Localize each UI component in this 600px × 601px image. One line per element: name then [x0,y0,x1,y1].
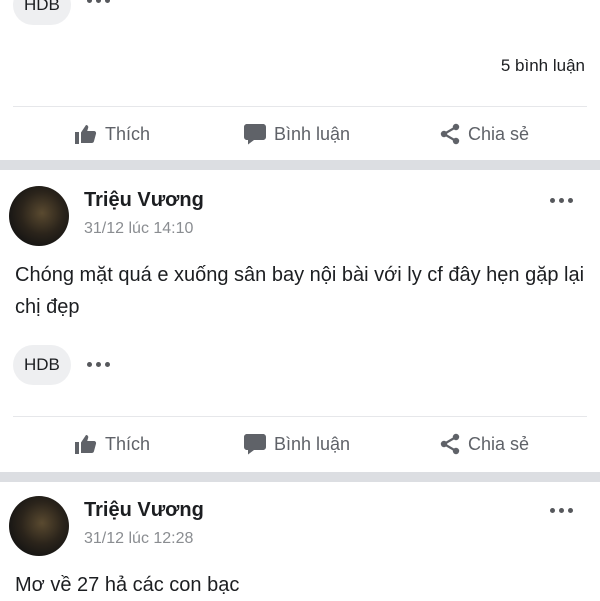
share-icon [439,433,461,455]
more-dots-icon[interactable] [87,0,110,3]
post-tag-chip[interactable]: HDB [13,0,71,25]
comment-button[interactable]: Bình luận [243,430,350,458]
thumbs-up-icon [74,123,98,145]
avatar[interactable] [9,186,69,246]
post-divider [13,416,587,417]
thumbs-up-icon [74,433,98,455]
more-dots-icon[interactable] [87,362,110,367]
comment-count[interactable]: 5 bình luận [501,56,585,76]
speech-bubble-icon [243,123,267,145]
post-text: Chóng mặt quá e xuống sân bay nội bài vớ… [15,264,585,318]
share-label: Chia sẻ [468,433,530,454]
comment-label: Bình luận [274,433,351,454]
post-timestamp[interactable]: 31/12 lúc 12:28 [84,530,193,548]
post-text: Mơ về 27 hả các con bạc [15,574,240,596]
share-label: Chia sẻ [468,123,530,144]
comment-button[interactable]: Bình luận [243,120,350,148]
share-icon [439,123,461,145]
post-divider [13,106,587,107]
avatar[interactable] [9,496,69,556]
like-button[interactable]: Thích [74,120,150,148]
like-label: Thích [105,123,151,144]
more-dots-icon[interactable] [550,508,573,513]
like-button[interactable]: Thích [74,430,150,458]
post-separator [0,472,600,482]
share-button[interactable]: Chia sẻ [439,120,529,148]
more-dots-icon[interactable] [550,198,573,203]
tag-label: HDB [24,355,60,374]
tag-label: HDB [24,0,60,14]
share-button[interactable]: Chia sẻ [439,430,529,458]
author-name[interactable]: Triệu Vương [84,499,204,522]
author-name[interactable]: Triệu Vương [84,189,204,212]
post-tag-chip[interactable]: HDB [13,345,71,385]
post-separator [0,160,600,170]
post-timestamp[interactable]: 31/12 lúc 14:10 [84,220,193,238]
speech-bubble-icon [243,433,267,455]
comment-label: Bình luận [274,123,351,144]
like-label: Thích [105,433,151,454]
